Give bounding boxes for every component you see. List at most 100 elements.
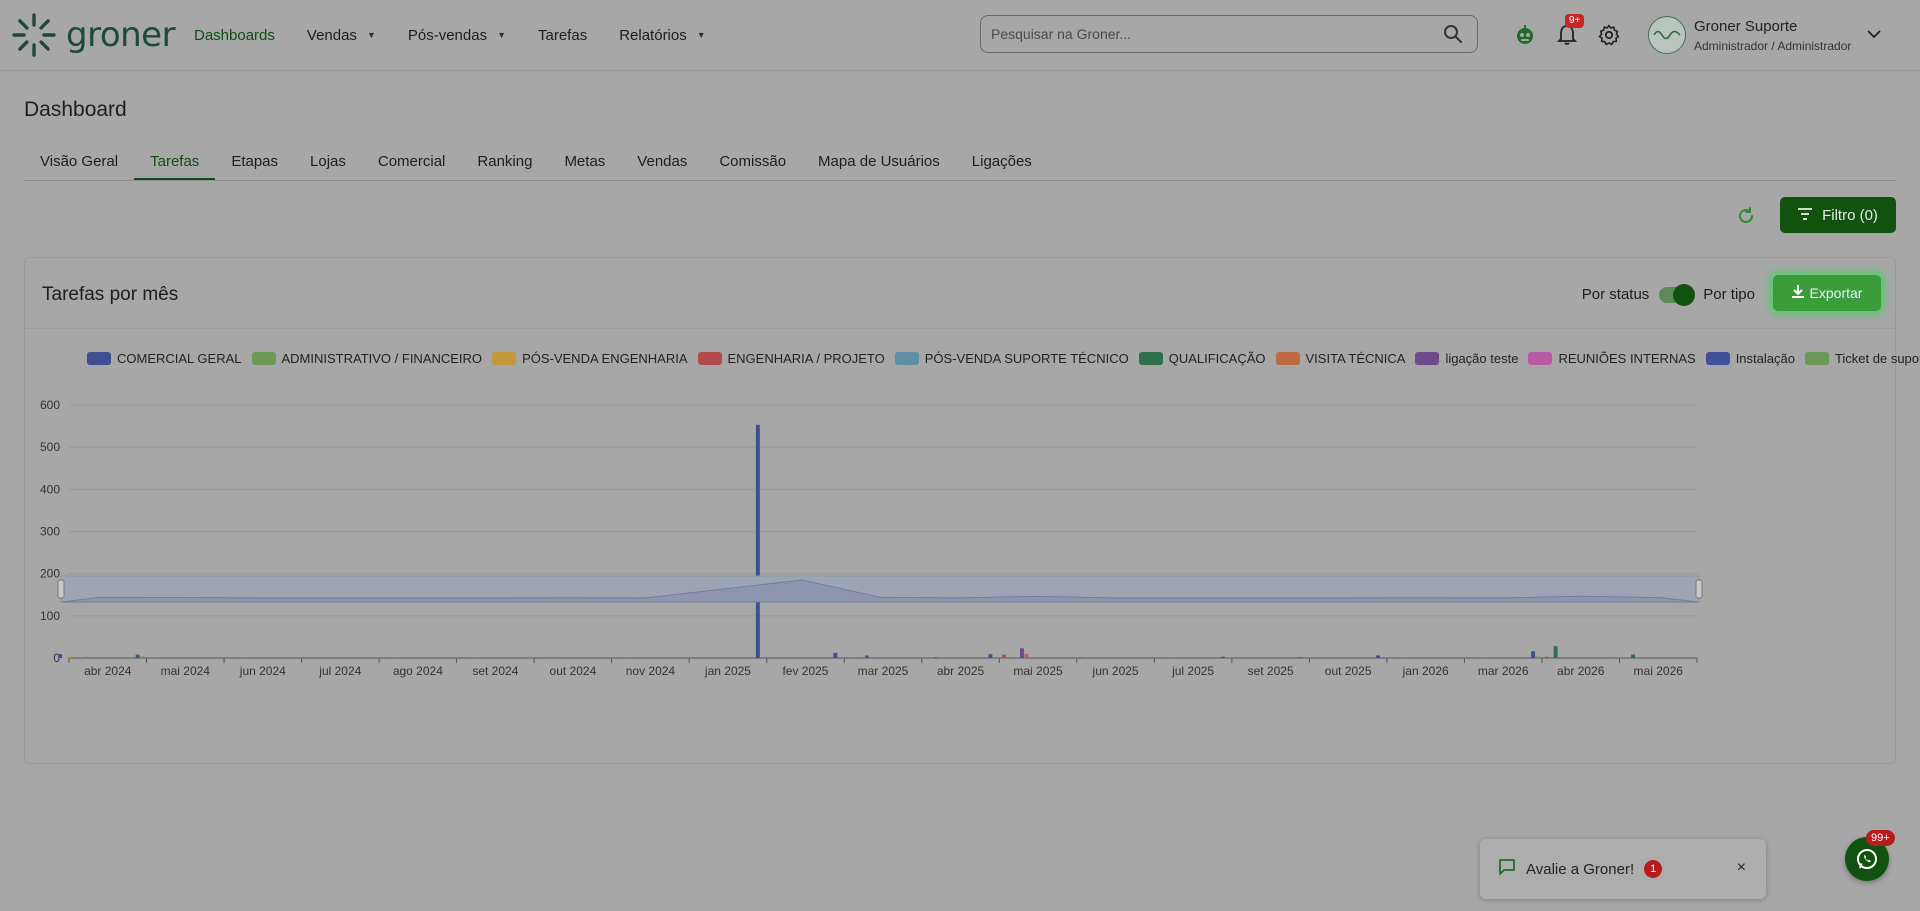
header-icons: 9+ [1512, 14, 1638, 48]
chart-bar [851, 657, 856, 658]
x-tick-label: jul 2025 [1171, 664, 1214, 678]
x-tick-label: out 2024 [550, 664, 597, 678]
chart-bar [1170, 657, 1175, 658]
toast-text: Avalie a Groner! [1526, 860, 1635, 878]
groner-logo[interactable]: groner [10, 10, 176, 60]
chart-bar [1613, 656, 1618, 658]
toast-badge: 1 [1644, 860, 1663, 878]
close-icon[interactable]: × [1737, 859, 1746, 877]
rating-toast[interactable]: Avalie a Groner! 1 × [1480, 839, 1766, 899]
caret-down-icon: ▼ [366, 30, 376, 40]
search-icon[interactable] [1443, 24, 1463, 49]
tab-9[interactable]: Mapa de Usuários [802, 148, 956, 180]
x-tick-label: mar 2026 [1478, 664, 1529, 678]
search-box[interactable] [980, 15, 1478, 53]
avatar [1648, 16, 1686, 54]
refresh-button[interactable] [1734, 204, 1758, 228]
notifications-bell-icon[interactable]: 9+ [1554, 14, 1585, 48]
tab-3[interactable]: Lojas [294, 148, 362, 180]
x-tick-label: mai 2025 [1013, 664, 1063, 678]
chart-bar [1535, 656, 1540, 658]
settings-gear-icon[interactable] [1596, 22, 1622, 48]
y-tick-label: 200 [40, 567, 60, 581]
zoom-handle-left[interactable] [57, 579, 65, 599]
chart-bar [1001, 654, 1006, 658]
caret-down-icon: ▼ [497, 30, 506, 40]
chart-bar [240, 657, 245, 658]
y-tick-label: 300 [40, 525, 60, 539]
assistant-robot-icon[interactable] [1512, 22, 1538, 48]
tasks-bar-chart: 0100200300400500600abr 2024 mai 2024 jun 2… [40, 398, 1703, 678]
whatsapp-badge: 99+ [1866, 830, 1895, 846]
tab-0[interactable]: Visão Geral [24, 148, 134, 180]
nav-item-label: Tarefas [538, 26, 588, 44]
x-tick-label: nov 2024 [626, 664, 676, 678]
tab-2[interactable]: Etapas [215, 148, 294, 180]
x-tick-label: set 2025 [1248, 664, 1294, 678]
chart-bar [627, 657, 632, 658]
nav-item-2[interactable]: Pós-vendas ▼ [408, 27, 506, 44]
chart-bar [1544, 656, 1549, 658]
chart-bar [395, 657, 400, 658]
chart-bar [1531, 651, 1536, 658]
chart-bar [1019, 648, 1024, 658]
user-role: Administrador / Administrador [1694, 38, 1852, 53]
nav-item-1[interactable]: Vendas ▼ [307, 27, 376, 44]
tab-5[interactable]: Ranking [461, 148, 548, 180]
chart-bar [1631, 654, 1636, 658]
chart-bar [550, 656, 555, 658]
chart-bar [1480, 657, 1485, 658]
refresh-icon [1739, 207, 1753, 223]
chart-bar [304, 657, 309, 658]
groner-logo-icon [12, 13, 56, 57]
chart-bar [1376, 655, 1381, 658]
x-tick-label: abr 2024 [84, 664, 132, 678]
chart-bar [864, 655, 869, 658]
x-tick-label: mai 2026 [1634, 664, 1684, 678]
chart-bar [135, 654, 140, 658]
filter-icon [1798, 207, 1813, 224]
nav-item-0[interactable]: Dashboards [194, 27, 275, 44]
tab-7[interactable]: Vendas [621, 148, 703, 180]
dashboard-tabs: Visão Geral Tarefas Etapas Lojas Comercial Ra… [24, 148, 1896, 181]
filter-label: Filtro (0) [1822, 206, 1878, 224]
tab-1[interactable]: Tarefas [134, 148, 216, 180]
x-tick-label: out 2025 [1325, 664, 1372, 678]
search-input[interactable] [981, 16, 1441, 52]
chart-bar [833, 652, 838, 658]
nav-item-3[interactable]: Tarefas [538, 27, 587, 44]
filter-button[interactable]: Filtro (0) [1780, 197, 1896, 233]
y-tick-label: 500 [40, 440, 60, 454]
user-name: Groner Suporte [1694, 17, 1798, 35]
chart-bar [933, 657, 938, 658]
x-tick-label: mar 2025 [858, 664, 909, 678]
y-tick-label: 600 [40, 398, 60, 412]
nav-item-label: Relatórios [619, 26, 687, 44]
chart-bar [85, 656, 90, 658]
x-tick-label: set 2024 [472, 664, 518, 678]
chart-bar [140, 656, 145, 658]
chart-bar [67, 655, 72, 658]
whatsapp-icon [1857, 849, 1877, 869]
x-tick-label: fev 2025 [782, 664, 828, 678]
notifications-badge: 9+ [1565, 14, 1585, 28]
tab-8[interactable]: Comissão [703, 148, 802, 180]
chart-bar [1298, 657, 1303, 658]
x-tick-label: mai 2024 [161, 664, 211, 678]
tasks-per-month-card: Tarefas por mês Por status Por tipo Expo… [24, 257, 1920, 764]
x-tick-label: abr 2025 [937, 664, 985, 678]
chart-bar [1024, 653, 1029, 658]
tab-10[interactable]: Ligações [956, 148, 1048, 180]
zoom-handle-right[interactable] [1695, 579, 1703, 599]
user-menu[interactable]: Groner Suporte Administrador / Administr… [1648, 16, 1882, 54]
chart-bar [1079, 657, 1084, 658]
chart-bar [153, 657, 158, 658]
y-tick-label: 100 [40, 609, 60, 623]
nav-item-4[interactable]: Relatórios ▼ [619, 27, 705, 44]
y-tick-label: 400 [40, 482, 60, 496]
tab-6[interactable]: Metas [548, 148, 621, 180]
chevron-down-icon[interactable] [1867, 26, 1882, 44]
nav-item-label: Dashboards [194, 26, 275, 44]
x-tick-label: jul 2024 [318, 664, 361, 678]
tab-4[interactable]: Comercial [362, 148, 462, 180]
